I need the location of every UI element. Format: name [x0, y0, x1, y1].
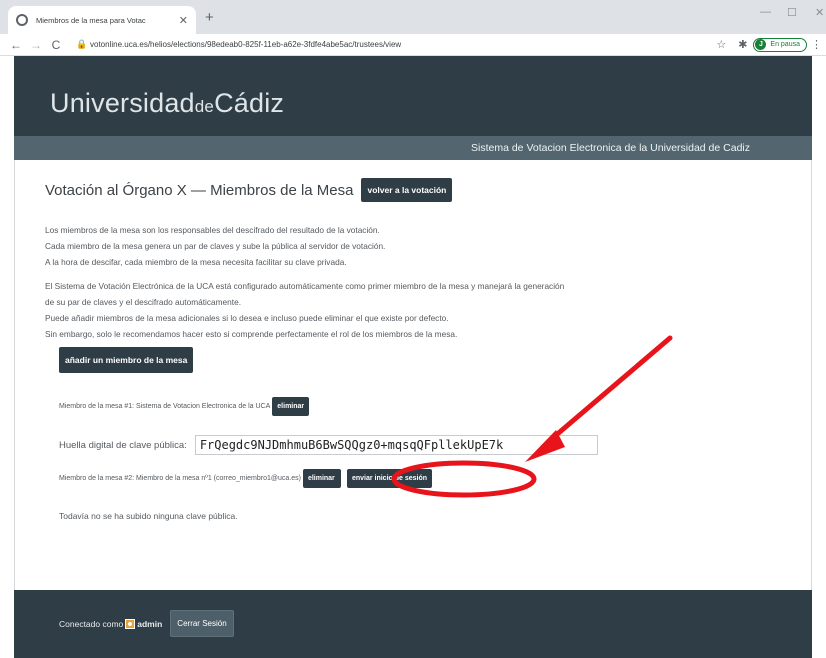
fingerprint-label: Huella digital de clave pública:	[59, 439, 187, 451]
user-icon	[125, 618, 136, 629]
intro-paragraph: Los miembros de la mesa son los responsa…	[45, 222, 385, 270]
no-public-key-notice: Todavía no se ha subido ninguna clave pú…	[59, 511, 238, 521]
profile-chip[interactable]: J En pausa	[753, 37, 807, 52]
logout-button[interactable]: Cerrar Sesión	[170, 610, 234, 637]
forward-arrow-icon[interactable]: →	[26, 38, 46, 52]
new-tab-button[interactable]: +	[205, 9, 214, 26]
browser-tab-bar: Miembros de la mesa para Votac ✕ + — ☐ ✕	[0, 0, 826, 34]
browser-tab[interactable]: Miembros de la mesa para Votac ✕	[8, 6, 196, 34]
site-footer: Conectado como admin Cerrar Sesión	[14, 590, 812, 658]
back-arrow-icon[interactable]: ←	[6, 38, 26, 52]
profile-status: En pausa	[770, 41, 800, 48]
minimize-icon[interactable]: —	[760, 6, 771, 18]
reload-icon[interactable]: C	[46, 38, 66, 52]
trustee-1-label: Miembro de la mesa #1: Sistema de Votaci…	[59, 403, 271, 410]
trustee-2-row: Miembro de la mesa #2: Miembro de la mes…	[59, 469, 433, 488]
maximize-icon[interactable]: ☐	[787, 6, 797, 19]
globe-icon	[16, 14, 28, 26]
brand-logo[interactable]: UniversidaddeCádiz	[50, 88, 284, 119]
fingerprint-value: FrQegdc9NJDmhmuB6BwSQQgz0+mqsqQFpllekUpE…	[194, 435, 598, 455]
info-line: de su par de claves y el descifrado auto…	[45, 297, 242, 307]
lock-icon[interactable]: 🔒	[74, 39, 90, 50]
fingerprint-row: Huella digital de clave pública: FrQegdc…	[59, 435, 598, 455]
extensions-puzzle-icon[interactable]: ✱	[738, 38, 747, 51]
info-line: El Sistema de Votación Electrónica de la…	[45, 281, 565, 291]
brand-part-main: Universidad	[50, 88, 195, 118]
trustee-1-row: Miembro de la mesa #1: Sistema de Votaci…	[59, 397, 310, 416]
page-title: Votación al Órgano X — Miembros de la Me…	[45, 181, 354, 199]
bookmark-star-icon[interactable]: ☆	[716, 38, 726, 51]
brand-part-de: de	[194, 97, 215, 116]
page-title-row: Votación al Órgano X — Miembros de la Me…	[45, 178, 453, 202]
login-status: Conectado como admin Cerrar Sesión	[59, 610, 234, 637]
profile-avatar: J	[755, 39, 767, 50]
send-login-button[interactable]: enviar inicio de sesión	[346, 469, 433, 488]
info-line: Sin embargo, solo le recomendamos hacer …	[45, 329, 458, 339]
brand-part-end: Cádiz	[214, 88, 285, 118]
system-subtitle: Sistema de Votacion Electronica de la Un…	[471, 142, 750, 154]
address-bar: ← → C 🔒 votonline.uca.es/helios/election…	[0, 34, 826, 56]
connected-as-label: Conectado como	[59, 618, 124, 629]
info-line: Puede añadir miembros de la mesa adicion…	[45, 313, 449, 323]
intro-line: Los miembros de la mesa son los responsa…	[45, 225, 380, 235]
add-trustee-button[interactable]: añadir un miembro de la mesa	[59, 347, 194, 373]
close-window-icon[interactable]: ✕	[815, 6, 824, 19]
trustee-2-delete-button[interactable]: eliminar	[302, 469, 341, 488]
browser-menu-icon[interactable]: ⋮	[811, 38, 822, 51]
tab-title: Miembros de la mesa para Votac	[36, 15, 146, 25]
info-paragraph: El Sistema de Votación Electrónica de la…	[45, 278, 564, 342]
site-header: UniversidaddeCádiz	[14, 56, 812, 136]
system-subtitle-bar: Sistema de Votacion Electronica de la Un…	[14, 136, 812, 160]
trustee-2-label: Miembro de la mesa #2: Miembro de la mes…	[59, 475, 301, 482]
url-text[interactable]: votonline.uca.es/helios/elections/98edea…	[90, 40, 710, 49]
intro-line: Cada miembro de la mesa genera un par de…	[45, 241, 386, 251]
close-tab-icon[interactable]: ✕	[179, 14, 188, 27]
intro-line: A la hora de descifar, cada miembro de l…	[45, 257, 347, 267]
username: admin	[137, 618, 163, 629]
trustee-1-delete-button[interactable]: eliminar	[272, 397, 310, 416]
back-to-election-button[interactable]: volver a la votación	[361, 178, 453, 202]
